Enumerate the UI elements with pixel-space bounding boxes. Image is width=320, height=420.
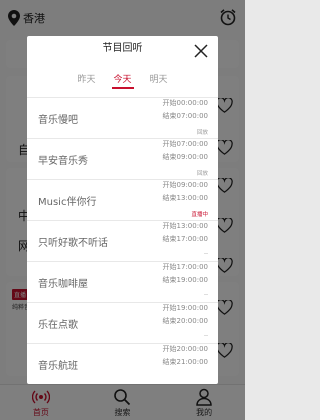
program-status-live: 直播中 <box>191 212 208 218</box>
program-name: 音乐咖啡屋 <box>38 279 88 290</box>
program-list: 开始00:00:00 音乐慢吧 结束07:00:00 回放 开始07:00:00… <box>27 97 218 384</box>
program-end-time: 结束17:00:00 <box>162 235 208 243</box>
program-end-time: 结束13:00:00 <box>162 194 208 202</box>
program-start-time: 开始17:00:00 <box>162 263 208 271</box>
close-icon[interactable] <box>193 43 209 59</box>
modal-title: 节目回听 <box>102 43 143 54</box>
program-name: 音乐慢吧 <box>38 115 78 126</box>
program-status: 回放 <box>196 130 208 136</box>
program-name: 乐在点歌 <box>38 320 78 331</box>
program-start-time: 开始09:00:00 <box>162 181 208 189</box>
program-start-time: 开始13:00:00 <box>162 222 208 230</box>
program-row[interactable]: -- 开始19:00:00 乐在点歌 结束20:00:00 <box>27 292 218 343</box>
program-row[interactable]: 回放 开始09:00:00 Music伴你行 结束13:00:00 <box>27 171 218 220</box>
program-end-time: 结束20:00:00 <box>162 317 208 325</box>
program-start-time: 开始20:00:00 <box>162 345 208 353</box>
program-start-time: 开始07:00:00 <box>162 140 208 148</box>
program-end-time: 结束21:00:00 <box>162 358 208 366</box>
program-row[interactable]: 直播中 开始13:00:00 只听好歌不听话 结束17:00:00 <box>27 212 218 261</box>
modal-header: 节目回听 昨天 今天 明天 <box>27 36 218 97</box>
program-start-time: 开始00:00:00 <box>162 99 208 107</box>
program-name: 只听好歌不听话 <box>38 238 108 249</box>
program-status: -- <box>204 251 208 257</box>
program-end-time: 结束07:00:00 <box>162 112 208 120</box>
program-row[interactable]: -- 开始17:00:00 音乐咖啡屋 结束19:00:00 <box>27 251 218 302</box>
program-row[interactable]: -- 开始20:00:00 音乐航班 结束21:00:00 <box>27 333 218 384</box>
program-status: -- <box>204 333 208 339</box>
program-name: Music伴你行 <box>38 197 97 208</box>
program-name: 音乐航班 <box>38 361 78 372</box>
tab-today[interactable]: 今天 <box>111 72 134 89</box>
program-status: -- <box>204 292 208 298</box>
program-row[interactable]: 开始00:00:00 音乐慢吧 结束07:00:00 <box>27 97 218 138</box>
tab-yesterday[interactable]: 昨天 <box>77 72 97 89</box>
program-row[interactable]: 回放 开始07:00:00 早安音乐秀 结束09:00:00 <box>27 130 218 179</box>
program-end-time: 结束09:00:00 <box>162 153 208 161</box>
replay-modal: 节目回听 昨天 今天 明天 开始00:00:00 音乐慢吧 结束07:00:00… <box>27 36 218 384</box>
program-start-time: 开始19:00:00 <box>162 304 208 312</box>
program-end-time: 结束19:00:00 <box>162 276 208 284</box>
day-tabs: 昨天 今天 明天 <box>27 72 218 89</box>
program-status: 回放 <box>196 171 208 177</box>
program-name: 早安音乐秀 <box>38 156 88 167</box>
tab-tomorrow[interactable]: 明天 <box>149 72 169 89</box>
